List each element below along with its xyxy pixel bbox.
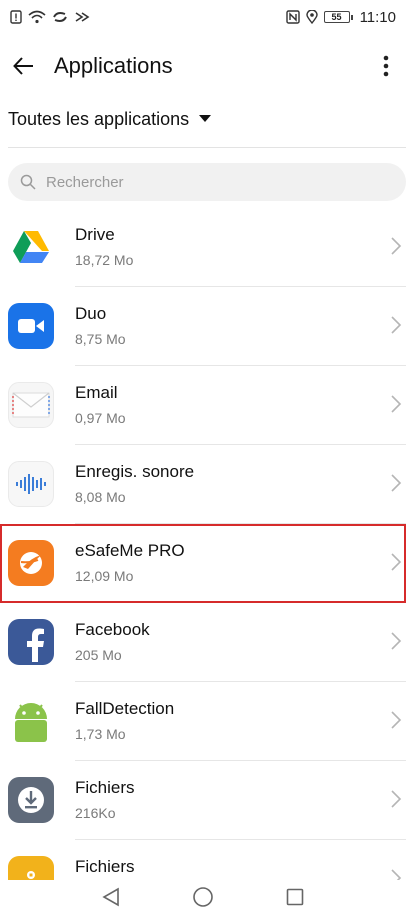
dropdown-caret-icon: [199, 115, 212, 122]
battery-icon: 55: [323, 11, 353, 23]
app-row-drive[interactable]: Drive 18,72 Mo: [0, 208, 406, 287]
chevron-right-icon: [391, 790, 402, 808]
google-drive-icon: [8, 224, 54, 270]
app-bar: Applications: [0, 40, 406, 92]
chevron-right-icon: [391, 711, 402, 729]
circle-home-icon: [193, 886, 213, 907]
esafeme-icon: [8, 540, 54, 586]
app-filter-dropdown[interactable]: Toutes les applications: [8, 104, 212, 134]
status-bar: 55 11:10: [0, 0, 406, 34]
app-row-falldetection[interactable]: FallDetection 1,73 Mo: [0, 682, 406, 761]
app-row-sound-recorder[interactable]: Enregis. sonore 8,08 Mo: [0, 445, 406, 524]
app-name: FallDetection: [75, 699, 175, 718]
chevron-right-icon: [391, 632, 402, 650]
sync-icon: [52, 10, 68, 24]
app-size: 205 Mo: [75, 647, 122, 663]
sound-recorder-icon: [8, 461, 54, 507]
email-envelope-icon: [8, 382, 54, 428]
app-size: 1,73 Mo: [75, 726, 126, 742]
app-list: Drive 18,72 Mo Duo 8,75 Mo Email 0,97 Mo: [0, 208, 406, 913]
search-icon: [20, 174, 36, 190]
app-name: Fichiers: [75, 857, 135, 876]
nav-home-button[interactable]: [188, 882, 218, 912]
app-size: 216Ko: [75, 805, 116, 821]
chevron-right-icon: [391, 474, 402, 492]
app-size: 8,75 Mo: [75, 331, 126, 347]
chevron-right-icon: [391, 395, 402, 413]
clock: 11:10: [359, 8, 396, 26]
page-title: Applications: [54, 53, 173, 78]
more-vertical-icon: [383, 55, 389, 77]
app-name: Email: [75, 383, 118, 402]
app-name: eSafeMe PRO: [75, 541, 185, 560]
triangle-back-icon: [102, 887, 119, 906]
app-name: Fichiers: [75, 778, 135, 797]
facebook-icon: [8, 619, 54, 665]
cast-icon: [74, 10, 90, 24]
system-nav-bar: [0, 880, 406, 913]
nav-recents-button[interactable]: [280, 882, 310, 912]
app-name: Duo: [75, 304, 107, 323]
status-right-icons: 55 11:10: [285, 8, 396, 26]
chevron-right-icon: [391, 553, 402, 571]
status-left-icons: [10, 10, 90, 24]
nfc-icon: [285, 10, 300, 24]
android-icon: [8, 698, 54, 744]
app-row-duo[interactable]: Duo 8,75 Mo: [0, 287, 406, 366]
more-options-button[interactable]: [366, 46, 406, 86]
app-size: 8,08 Mo: [75, 489, 126, 505]
app-name: Drive: [75, 225, 115, 244]
search-placeholder: Rechercher: [46, 173, 124, 191]
app-row-fichiers[interactable]: Fichiers 216Ko: [0, 761, 406, 840]
back-arrow-icon: [13, 57, 33, 75]
nav-back-button[interactable]: [96, 882, 126, 912]
app-size: 12,09 Mo: [75, 568, 134, 584]
app-size: 0,97 Mo: [75, 410, 126, 426]
chevron-right-icon: [391, 316, 402, 334]
divider: [8, 147, 406, 148]
filter-label: Toutes les applications: [8, 108, 190, 129]
app-name: Enregis. sonore: [75, 462, 195, 481]
location-icon: [305, 10, 318, 24]
wifi-icon: [28, 10, 46, 24]
alert-icon: [10, 10, 22, 24]
app-name: Facebook: [75, 620, 150, 639]
square-recents-icon: [286, 888, 304, 905]
app-row-esafeme-pro[interactable]: eSafeMe PRO 12,09 Mo: [0, 524, 406, 603]
app-size: 18,72 Mo: [75, 252, 134, 268]
app-row-email[interactable]: Email 0,97 Mo: [0, 366, 406, 445]
app-row-facebook[interactable]: Facebook 205 Mo: [0, 603, 406, 682]
chevron-right-icon: [391, 237, 402, 255]
duo-video-icon: [8, 303, 54, 349]
search-input[interactable]: Rechercher: [8, 163, 406, 201]
back-button[interactable]: [4, 46, 44, 86]
battery-level: 55: [331, 11, 342, 22]
download-files-icon: [8, 777, 54, 823]
